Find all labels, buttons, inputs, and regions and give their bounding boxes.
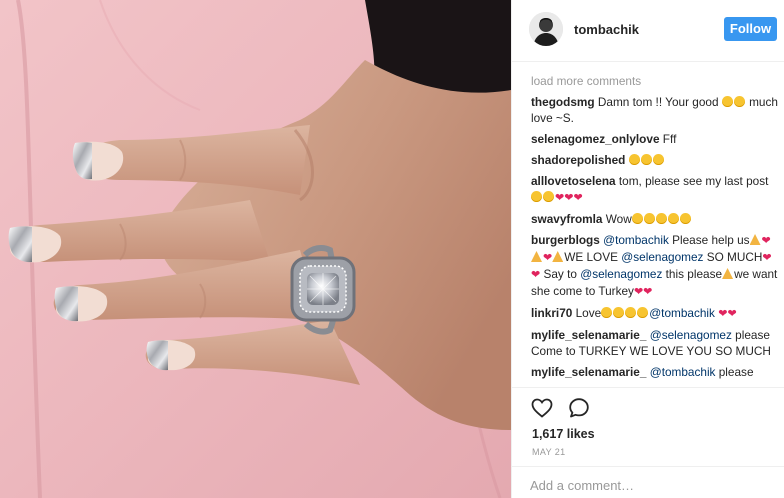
- pray-emoji-icon: [749, 234, 761, 245]
- comment-text: Say to: [540, 267, 581, 281]
- comment-username[interactable]: linkri70: [531, 306, 572, 320]
- heart-emoji-icon: ❤: [761, 235, 771, 247]
- heart-emoji-icon: ❤: [573, 192, 583, 204]
- comment-text: tom, please see my last post: [618, 174, 769, 188]
- comment-username[interactable]: swavyfromla: [531, 212, 602, 226]
- comment-text: Fff: [662, 132, 677, 146]
- grin-face-emoji-icon: [721, 96, 733, 107]
- comment-item: selenagomez_onlylove Fff: [531, 131, 779, 147]
- pray-emoji-icon: [722, 268, 734, 279]
- heart-eyes-face-emoji-icon: [543, 191, 554, 202]
- heart-emoji-icon: ❤: [633, 286, 644, 298]
- comment-text: this please: [662, 267, 723, 281]
- comment-text: SO MUCH: [703, 250, 763, 264]
- heart-emoji-icon: ❤: [727, 308, 737, 320]
- heart-emoji-icon: ❤: [718, 308, 728, 320]
- comment-item: shadorepolished: [531, 152, 779, 168]
- heart-emoji-icon: ❤: [555, 192, 565, 204]
- comment-username[interactable]: selenagomez_onlylove: [531, 132, 660, 146]
- comment-item: linkri70 Love @tombachik ❤❤: [531, 305, 779, 322]
- heart-eyes-face-emoji-icon: [637, 307, 649, 318]
- heart-eyes-face-emoji-icon: [655, 213, 667, 224]
- heart-emoji-icon: ❤: [643, 286, 653, 298]
- post-actions: 1,617 likes MAY 21: [512, 387, 784, 467]
- comment-username[interactable]: thegodsmg: [531, 95, 595, 109]
- heart-eyes-face-emoji-icon: [667, 213, 679, 224]
- photo-hand-with-ring: [0, 0, 511, 498]
- load-more-comments-link[interactable]: load more comments: [531, 73, 779, 89]
- heart-eyes-face-emoji-icon: [640, 154, 652, 165]
- likes-count[interactable]: 1,617 likes: [532, 427, 595, 441]
- instagram-post: tombachik Follow load more comments theg…: [0, 0, 784, 498]
- heart-emoji-icon: ❤: [531, 269, 541, 281]
- comment-item: mylife_selenamarie_ @selenagomez please …: [531, 327, 779, 359]
- avatar-image: [529, 12, 563, 46]
- heart-eyes-face-emoji-icon: [613, 307, 625, 318]
- heart-eyes-face-emoji-icon: [628, 154, 640, 165]
- heart-eyes-face-emoji-icon: [643, 213, 655, 224]
- pray-emoji-icon: [531, 251, 542, 262]
- profile-avatar[interactable]: [529, 12, 563, 46]
- post-sidebar: tombachik Follow load more comments theg…: [511, 0, 784, 498]
- comment-bubble-icon[interactable]: [567, 396, 591, 420]
- comment-item: swavyfromla Wow: [531, 211, 779, 227]
- comment-mention-link[interactable]: @selenagomez: [580, 267, 662, 281]
- heart-eyes-face-emoji-icon: [631, 213, 643, 224]
- heart-emoji-icon: ❤: [543, 252, 553, 264]
- post-date: MAY 21: [532, 447, 566, 457]
- comment-text: WE LOVE: [564, 250, 622, 264]
- comment-username[interactable]: mylife_selenamarie_: [531, 328, 646, 342]
- comment-text: please: [715, 365, 754, 379]
- comment-text: Love: [575, 306, 602, 320]
- add-comment-input[interactable]: [530, 475, 770, 495]
- comment-mention-link[interactable]: @selenagomez: [650, 328, 732, 342]
- comment-username[interactable]: mylife_selenamarie_: [531, 365, 646, 379]
- add-comment-section: [512, 466, 784, 498]
- comment-item: mylife_selenamarie_ @tombachik please: [531, 364, 779, 380]
- post-header: tombachik Follow: [512, 0, 784, 62]
- heart-icon[interactable]: [530, 396, 554, 420]
- comment-item: alllovetoselena tom, please see my last …: [531, 173, 779, 206]
- comment-mention-link[interactable]: @tombachik: [649, 306, 715, 320]
- comment-item: burgerblogs @tombachik Please help us ❤❤ W…: [531, 232, 779, 300]
- comment-username[interactable]: alllovetoselena: [531, 174, 616, 188]
- heart-eyes-face-emoji-icon: [679, 213, 691, 224]
- comment-mention-link[interactable]: @selenagomez: [621, 250, 703, 264]
- comment-username[interactable]: burgerblogs: [531, 233, 600, 247]
- heart-emoji-icon: ❤: [564, 192, 574, 204]
- heart-eyes-face-emoji-icon: [625, 307, 637, 318]
- comment-item: thegodsmg Damn tom !! Your good much lov…: [531, 94, 779, 126]
- heart-eyes-face-emoji-icon: [601, 307, 613, 318]
- heart-eyes-face-emoji-icon: [531, 191, 542, 202]
- comment-username[interactable]: shadorepolished: [531, 153, 625, 167]
- comment-text: Please help us: [668, 233, 750, 247]
- comment-text: Wow: [605, 212, 632, 226]
- comment-text: Damn tom !! Your good: [597, 95, 722, 109]
- heart-emoji-icon: ❤: [762, 252, 772, 264]
- post-photo[interactable]: [0, 0, 511, 498]
- author-username[interactable]: tombachik: [574, 22, 639, 37]
- pray-emoji-icon: [552, 251, 564, 262]
- comments-list: load more comments thegodsmg Damn tom !!…: [531, 73, 779, 383]
- engagement-ring: [290, 244, 356, 335]
- comment-mention-link[interactable]: @tombachik: [603, 233, 669, 247]
- grin-face-emoji-icon: [733, 96, 745, 107]
- heart-eyes-face-emoji-icon: [652, 154, 664, 165]
- comment-mention-link[interactable]: @tombachik: [650, 365, 716, 379]
- follow-button[interactable]: Follow: [724, 17, 777, 41]
